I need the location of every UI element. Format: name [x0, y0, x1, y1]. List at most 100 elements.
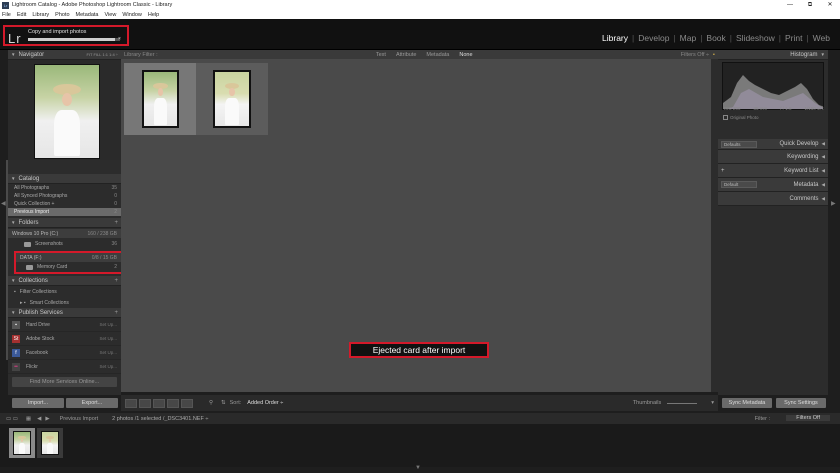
library-toolbar: ⚲ ⇅ Sort: Added Order ÷ Thumbnails ▾ — [121, 395, 718, 411]
catalog-header[interactable]: ▼ Catalog — [8, 174, 121, 184]
comments-header[interactable]: Comments ◀ — [718, 192, 828, 206]
compare-view-icon[interactable] — [153, 398, 165, 408]
menu-photo[interactable]: Photo — [55, 12, 69, 18]
add-keyword-icon[interactable]: + — [721, 168, 725, 174]
grid-view-icon[interactable] — [125, 398, 137, 408]
lock-icon[interactable]: ▪ — [713, 52, 715, 58]
keyword-list-header[interactable]: + Keyword List ◀ — [718, 164, 828, 178]
quick-develop-header[interactable]: Defaults Quick Develop ◀ — [718, 139, 828, 150]
back-arrow-icon[interactable]: ◀ — [37, 416, 41, 422]
catalog-item-previous-import[interactable]: Previous Import 2 — [8, 208, 121, 216]
filmstrip-cell-selected[interactable] — [9, 428, 35, 458]
filmstrip-collapse-icon[interactable]: ▼ — [415, 465, 421, 471]
menu-library[interactable]: Library — [32, 12, 49, 18]
navigator-zoom-options[interactable]: FIT FILL 1:1 1:4 ÷ — [86, 52, 118, 57]
toolbar-menu-icon[interactable]: ▾ — [711, 400, 714, 406]
add-folder-icon[interactable]: + — [114, 220, 118, 226]
find-more-services-button[interactable]: Find More Services Online... — [12, 377, 117, 387]
collection-filter[interactable]: ▪ Filter Collections — [8, 286, 121, 297]
module-library[interactable]: Library — [598, 33, 632, 43]
cancel-import-icon[interactable]: × — [118, 36, 121, 42]
filter-attribute[interactable]: Attribute — [396, 52, 416, 58]
grid-cell[interactable] — [196, 63, 268, 135]
service-hard-drive[interactable]: ▪ Hard Drive Set Up... — [8, 318, 121, 332]
painter-icon[interactable]: ⚲ — [209, 400, 213, 406]
metadata-preset[interactable]: Default — [721, 181, 757, 188]
menu-bar: File Edit Library Photo Metadata View Wi… — [0, 10, 840, 19]
filter-metadata[interactable]: Metadata — [426, 52, 449, 58]
navigator-photo — [35, 65, 99, 158]
adobe-stock-icon: St — [12, 334, 20, 343]
collapse-triangle-icon: ▼ — [11, 220, 16, 225]
collections-header[interactable]: ▼ Collections + — [8, 276, 121, 286]
filmstrip-cell[interactable] — [37, 428, 63, 458]
sync-metadata-button[interactable]: Sync Metadata — [722, 398, 772, 408]
collapse-triangle-icon: ▼ — [820, 52, 825, 57]
filmstrip-info[interactable]: 2 photos /1 selected /_DSC3401.NEF ÷ — [112, 416, 208, 422]
publish-services-header[interactable]: ▼ Publish Services + — [8, 308, 121, 318]
collection-smart[interactable]: ▸ ▪ Smart Collections — [8, 297, 121, 308]
menu-file[interactable]: File — [2, 12, 11, 18]
filmstrip[interactable] — [0, 424, 840, 467]
quick-develop-preset[interactable]: Defaults — [721, 140, 757, 148]
import-button[interactable]: Import... — [12, 398, 64, 408]
sort-dropdown[interactable]: Added Order ÷ — [247, 400, 283, 406]
menu-view[interactable]: View — [104, 12, 116, 18]
forward-arrow-icon[interactable]: ▶ — [45, 416, 49, 422]
right-panel-collapse-icon[interactable]: ▶ — [831, 200, 836, 207]
menu-edit[interactable]: Edit — [17, 12, 26, 18]
catalog-item-quick-collection[interactable]: Quick Collection +0 — [8, 200, 121, 208]
filmstrip-filter-dropdown[interactable]: Filters Off — [786, 415, 830, 421]
maximize-button[interactable]: ⧉ — [800, 0, 820, 10]
close-button[interactable]: ✕ — [820, 0, 840, 10]
module-book[interactable]: Book — [702, 33, 729, 43]
metadata-header[interactable]: Default Metadata ◀ — [718, 178, 828, 192]
grid-scrollbar[interactable] — [711, 59, 718, 392]
add-collection-icon[interactable]: + — [114, 278, 118, 284]
menu-window[interactable]: Window — [122, 12, 142, 18]
survey-view-icon[interactable] — [167, 398, 179, 408]
module-web[interactable]: Web — [809, 33, 834, 43]
add-service-icon[interactable]: + — [114, 310, 118, 316]
minimize-button[interactable]: — — [780, 0, 800, 10]
filmstrip-source[interactable]: Previous Import — [60, 416, 99, 422]
original-photo-checkbox[interactable]: Original Photo — [723, 115, 759, 121]
histogram-graph[interactable] — [722, 62, 824, 110]
histogram-info: ISO 200 35 mm f / 1.8 1/160 sec — [724, 106, 824, 111]
grid-cell-selected[interactable] — [124, 63, 196, 135]
thumbnail-size-slider[interactable] — [667, 402, 698, 404]
service-adobe-stock[interactable]: St Adobe Stock Set Up... — [8, 332, 121, 346]
catalog-item-all-synced[interactable]: All Synced Photographs 0 — [8, 192, 121, 200]
menu-help[interactable]: Help — [148, 12, 159, 18]
navigator-header[interactable]: ▼ Navigator FIT FILL 1:1 1:4 ÷ — [8, 50, 121, 60]
sync-settings-button[interactable]: Sync Settings — [776, 398, 826, 408]
service-flickr[interactable]: •• Flickr Set Up... — [8, 360, 121, 374]
filmstrip-thumbnail — [42, 432, 58, 454]
loupe-view-icon[interactable] — [139, 398, 151, 408]
sort-direction-icon[interactable]: ⇅ — [221, 400, 226, 406]
secondary-display-icon[interactable]: ▭ ▭ — [6, 416, 18, 422]
people-view-icon[interactable] — [181, 398, 193, 408]
grid-icon[interactable]: ▦ — [26, 416, 31, 422]
export-button[interactable]: Export... — [66, 398, 118, 408]
folder-screenshots[interactable]: Screenshots 36 — [8, 238, 121, 250]
left-panel-collapse-icon[interactable]: ◀ — [1, 200, 6, 207]
filter-text[interactable]: Text — [376, 52, 386, 58]
folders-header[interactable]: ▼ Folders + — [8, 218, 121, 228]
keywording-header[interactable]: Keywording ◀ — [718, 150, 828, 164]
histogram-header[interactable]: Histogram ▼ — [718, 50, 828, 60]
service-facebook[interactable]: f Facebook Set Up... — [8, 346, 121, 360]
volume-c-drive[interactable]: Windows 10 Pro (C:) 160 / 238 GB — [8, 229, 121, 238]
menu-metadata[interactable]: Metadata — [76, 12, 99, 18]
module-develop[interactable]: Develop — [634, 33, 673, 43]
filters-off-dropdown[interactable]: Filters Off ÷ — [681, 52, 709, 58]
module-picker: Library | Develop | Map | Book | Slideshow | … — [598, 33, 834, 43]
folder-memory-card[interactable]: Memory Card 2 — [16, 262, 121, 272]
filter-none[interactable]: None — [459, 52, 472, 58]
volume-f-drive[interactable]: DATA (F:) 0/8 / 15 GB — [16, 253, 121, 262]
module-slideshow[interactable]: Slideshow — [732, 33, 779, 43]
module-map[interactable]: Map — [676, 33, 701, 43]
catalog-item-all-photographs[interactable]: All Photographs 35 — [8, 184, 121, 192]
library-filter-label: Library Filter : — [124, 51, 158, 58]
module-print[interactable]: Print — [781, 33, 806, 43]
